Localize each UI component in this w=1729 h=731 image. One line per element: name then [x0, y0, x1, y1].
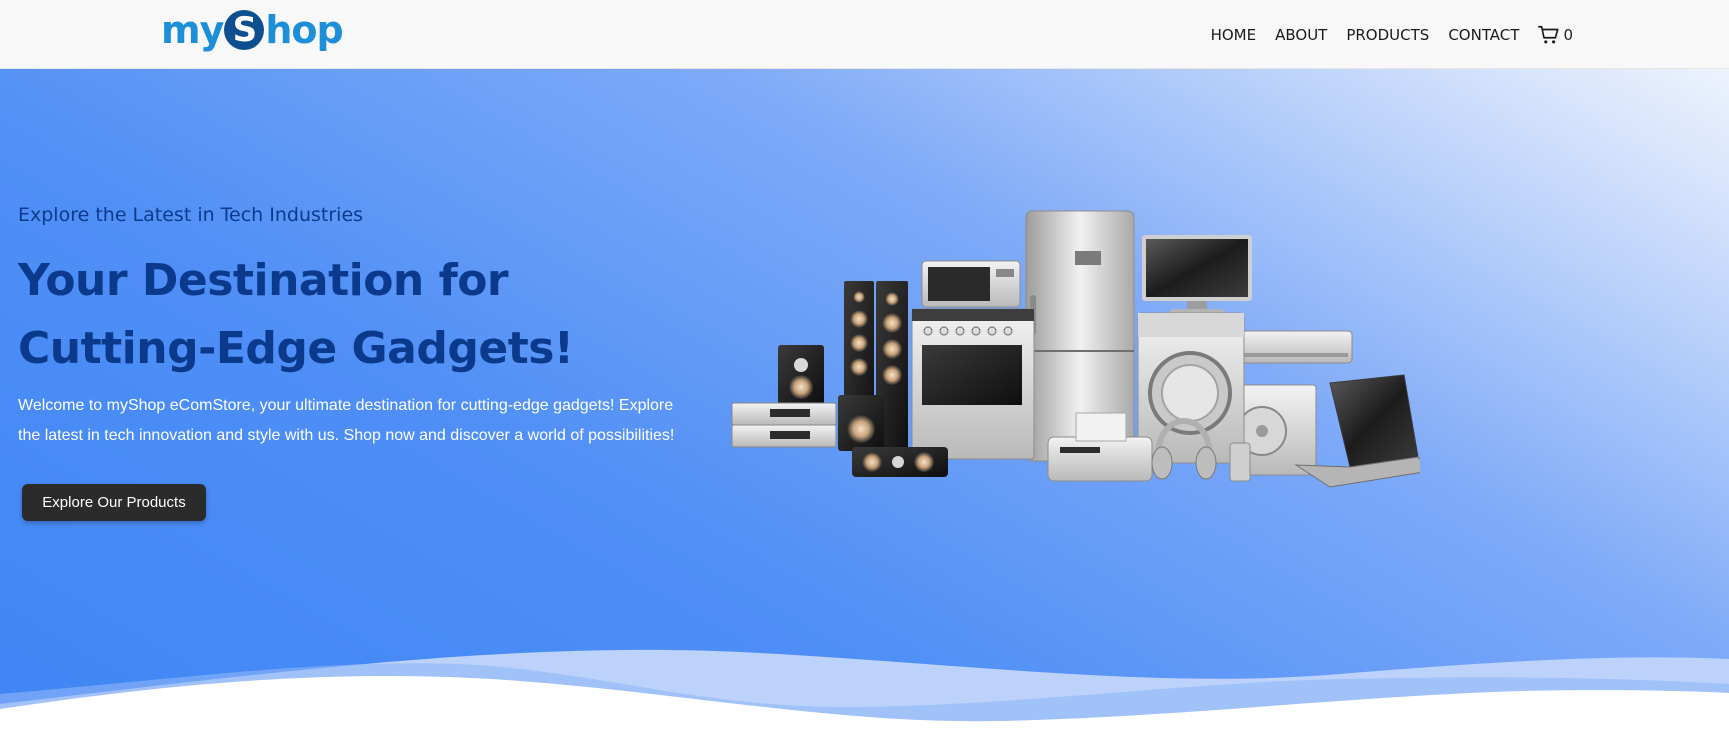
- nav-home[interactable]: HOME: [1211, 26, 1257, 44]
- logo-text-hop: hop: [265, 8, 343, 52]
- hero-description: Welcome to myShop eComStore, your ultima…: [18, 397, 675, 444]
- nav-contact[interactable]: CONTACT: [1448, 26, 1519, 44]
- main-nav: HOME ABOUT PRODUCTS CONTACT 0: [1211, 0, 1573, 69]
- cart-count: 0: [1563, 25, 1573, 44]
- nav-about[interactable]: ABOUT: [1275, 26, 1327, 44]
- navbar: my S hop HOME ABOUT PRODUCTS CONTACT 0: [0, 0, 1729, 69]
- electronics-collage-image: [731, 210, 1420, 488]
- logo[interactable]: my S hop: [161, 8, 344, 52]
- hero-headline: Your Destination for Cutting-Edge Gadget…: [18, 255, 574, 374]
- hero-subtitle: Explore the Latest in Tech Industries: [18, 204, 364, 226]
- cart-button[interactable]: 0: [1538, 24, 1573, 46]
- logo-text-my: my: [161, 8, 224, 52]
- hero-section: Explore the Latest in Tech Industries Yo…: [0, 69, 1729, 731]
- nav-products[interactable]: PRODUCTS: [1346, 26, 1429, 44]
- logo-s-badge: S: [224, 10, 265, 50]
- decorative-waves: [0, 649, 1729, 731]
- explore-products-button[interactable]: Explore Our Products: [22, 484, 206, 521]
- cart-icon: [1538, 25, 1559, 43]
